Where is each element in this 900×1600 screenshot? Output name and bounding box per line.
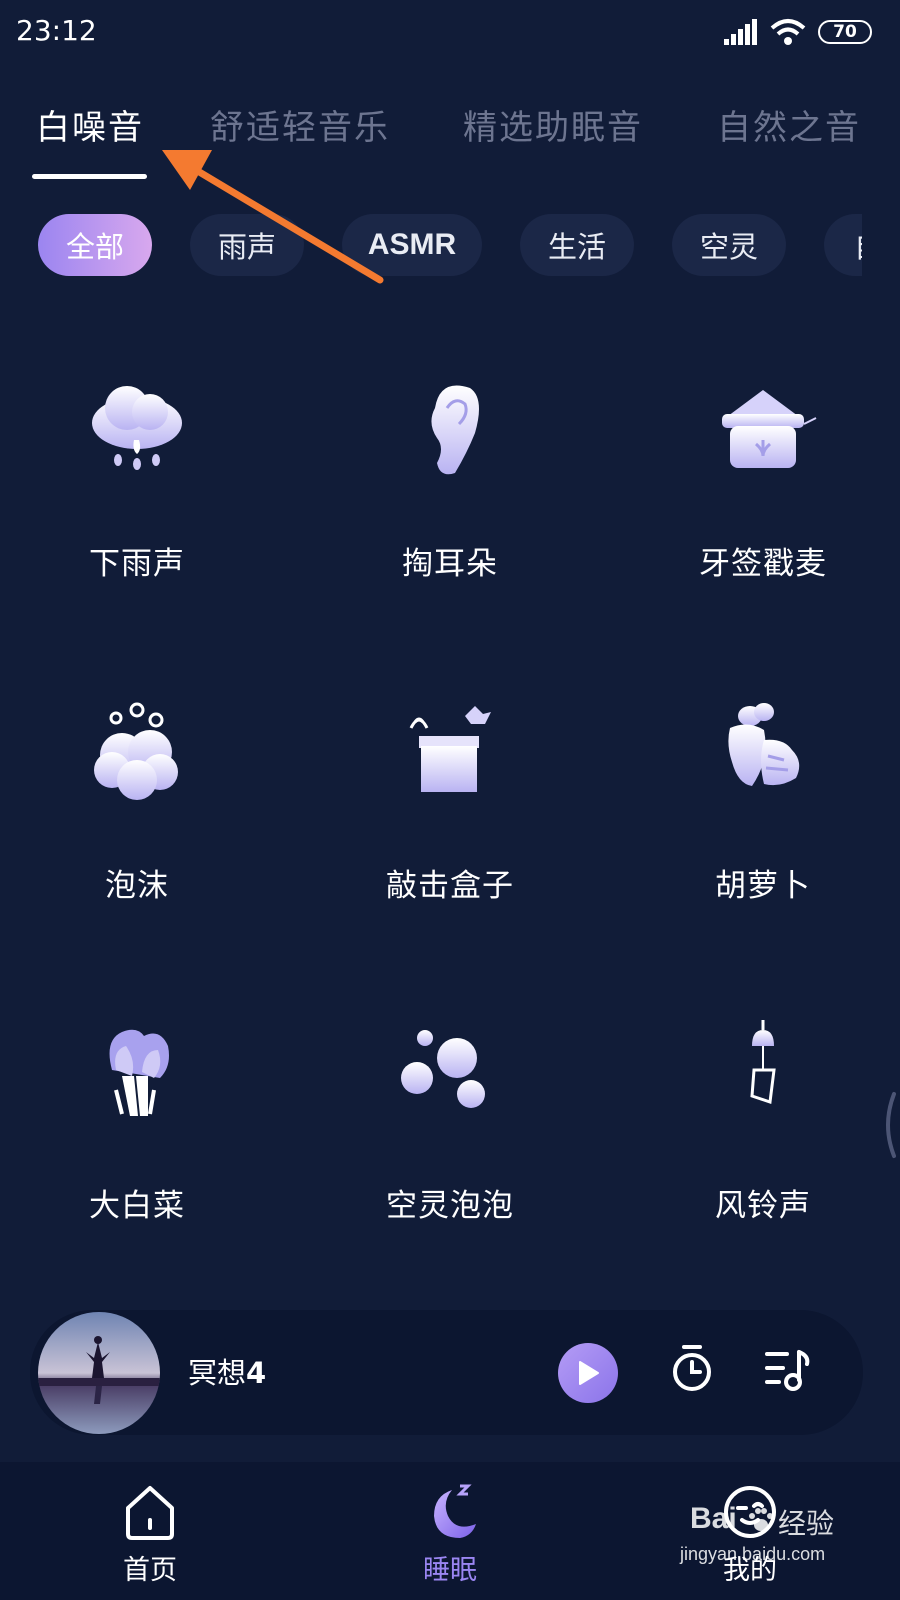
sound-item-cabbage[interactable]: 大白菜	[0, 1020, 287, 1225]
status-bar: 23:12 70	[0, 0, 900, 62]
active-tab-indicator	[32, 174, 147, 179]
nav-label: 睡眠	[423, 1555, 477, 1586]
side-drawer-handle[interactable]	[878, 1090, 898, 1160]
box-icon	[409, 706, 491, 792]
watermark-suffix: 经验	[778, 1507, 835, 1540]
watermark-url: jingyan.baidu.com	[680, 1544, 826, 1564]
home-icon	[126, 1486, 174, 1540]
sound-item-wind-chime[interactable]: 风铃声	[613, 1020, 900, 1225]
cabbage-icon	[109, 1029, 169, 1116]
meditation-artwork	[38, 1312, 160, 1434]
battery-icon: 70	[818, 20, 872, 44]
player-track-number: 4	[246, 1356, 267, 1390]
bubbles-icon	[401, 1030, 485, 1108]
player-title-text: 冥想	[188, 1356, 247, 1390]
sound-item-carrot[interactable]: 胡萝卜	[613, 700, 900, 905]
category-tabs: 白噪音 舒适轻音乐 精选助眠音 自然之音	[0, 92, 900, 188]
play-icon	[579, 1361, 599, 1385]
status-icons: 70	[724, 18, 872, 46]
tab-sleep-sounds[interactable]: 精选助眠音	[463, 100, 643, 149]
wheat-sack-icon	[722, 390, 817, 468]
sound-label: 牙签戳麦	[699, 546, 827, 582]
player-track-title: 冥想4	[188, 1350, 266, 1392]
tab-light-music[interactable]: 舒适轻音乐	[210, 100, 390, 149]
rain-cloud-icon	[92, 386, 182, 470]
timer-icon[interactable]	[670, 1344, 714, 1394]
chip-rain[interactable]: 雨声	[190, 214, 304, 276]
status-time: 23:12	[16, 14, 97, 47]
wifi-icon	[770, 19, 806, 45]
moon-icon	[434, 1484, 476, 1538]
paw-icon	[749, 1508, 773, 1531]
sound-label: 胡萝卜	[715, 868, 811, 904]
sound-label: 大白菜	[89, 1188, 185, 1224]
album-art[interactable]	[38, 1312, 160, 1434]
sound-item-toothpick[interactable]: 牙签戳麦	[613, 378, 900, 583]
ear-icon	[431, 385, 479, 475]
carrot-icon	[728, 703, 800, 786]
sound-item-bubbles[interactable]: 空灵泡泡	[300, 1020, 600, 1225]
sound-item-box[interactable]: 敲击盒子	[300, 700, 600, 905]
sound-label: 下雨声	[89, 546, 185, 582]
play-button[interactable]	[558, 1343, 618, 1403]
sound-label: 空灵泡泡	[386, 1188, 514, 1224]
filter-chips: 全部 雨声 ASMR 生活 空灵 自	[0, 214, 862, 278]
wind-chime-icon	[750, 1020, 776, 1105]
sound-item-foam[interactable]: 泡沫	[0, 700, 287, 905]
battery-level: 70	[833, 22, 857, 42]
chip-nature[interactable]: 自	[824, 214, 862, 276]
nav-sleep[interactable]: 睡眠	[370, 1482, 530, 1587]
baidu-watermark: Bai 经验 jingyan.baidu.com	[680, 1502, 880, 1592]
playlist-icon[interactable]	[765, 1348, 811, 1392]
tab-nature-sounds[interactable]: 自然之音	[717, 100, 861, 149]
chip-asmr[interactable]: ASMR	[342, 214, 482, 276]
sound-label: 掏耳朵	[402, 546, 498, 582]
watermark-brand: Bai	[690, 1502, 737, 1535]
chip-life[interactable]: 生活	[520, 214, 634, 276]
signal-icon	[724, 19, 757, 45]
nav-home[interactable]: 首页	[70, 1482, 230, 1587]
sound-label: 风铃声	[715, 1188, 811, 1224]
chip-all[interactable]: 全部	[38, 214, 152, 276]
chip-ethereal[interactable]: 空灵	[672, 214, 786, 276]
sound-label: 敲击盒子	[386, 868, 514, 904]
nav-label: 首页	[123, 1555, 177, 1586]
sound-item-ear[interactable]: 掏耳朵	[300, 378, 600, 583]
sound-item-rain[interactable]: 下雨声	[0, 378, 287, 583]
mini-player[interactable]: 冥想4	[30, 1310, 863, 1435]
foam-icon	[94, 702, 178, 800]
sound-label: 泡沫	[105, 868, 169, 904]
tab-white-noise[interactable]: 白噪音	[36, 100, 144, 149]
